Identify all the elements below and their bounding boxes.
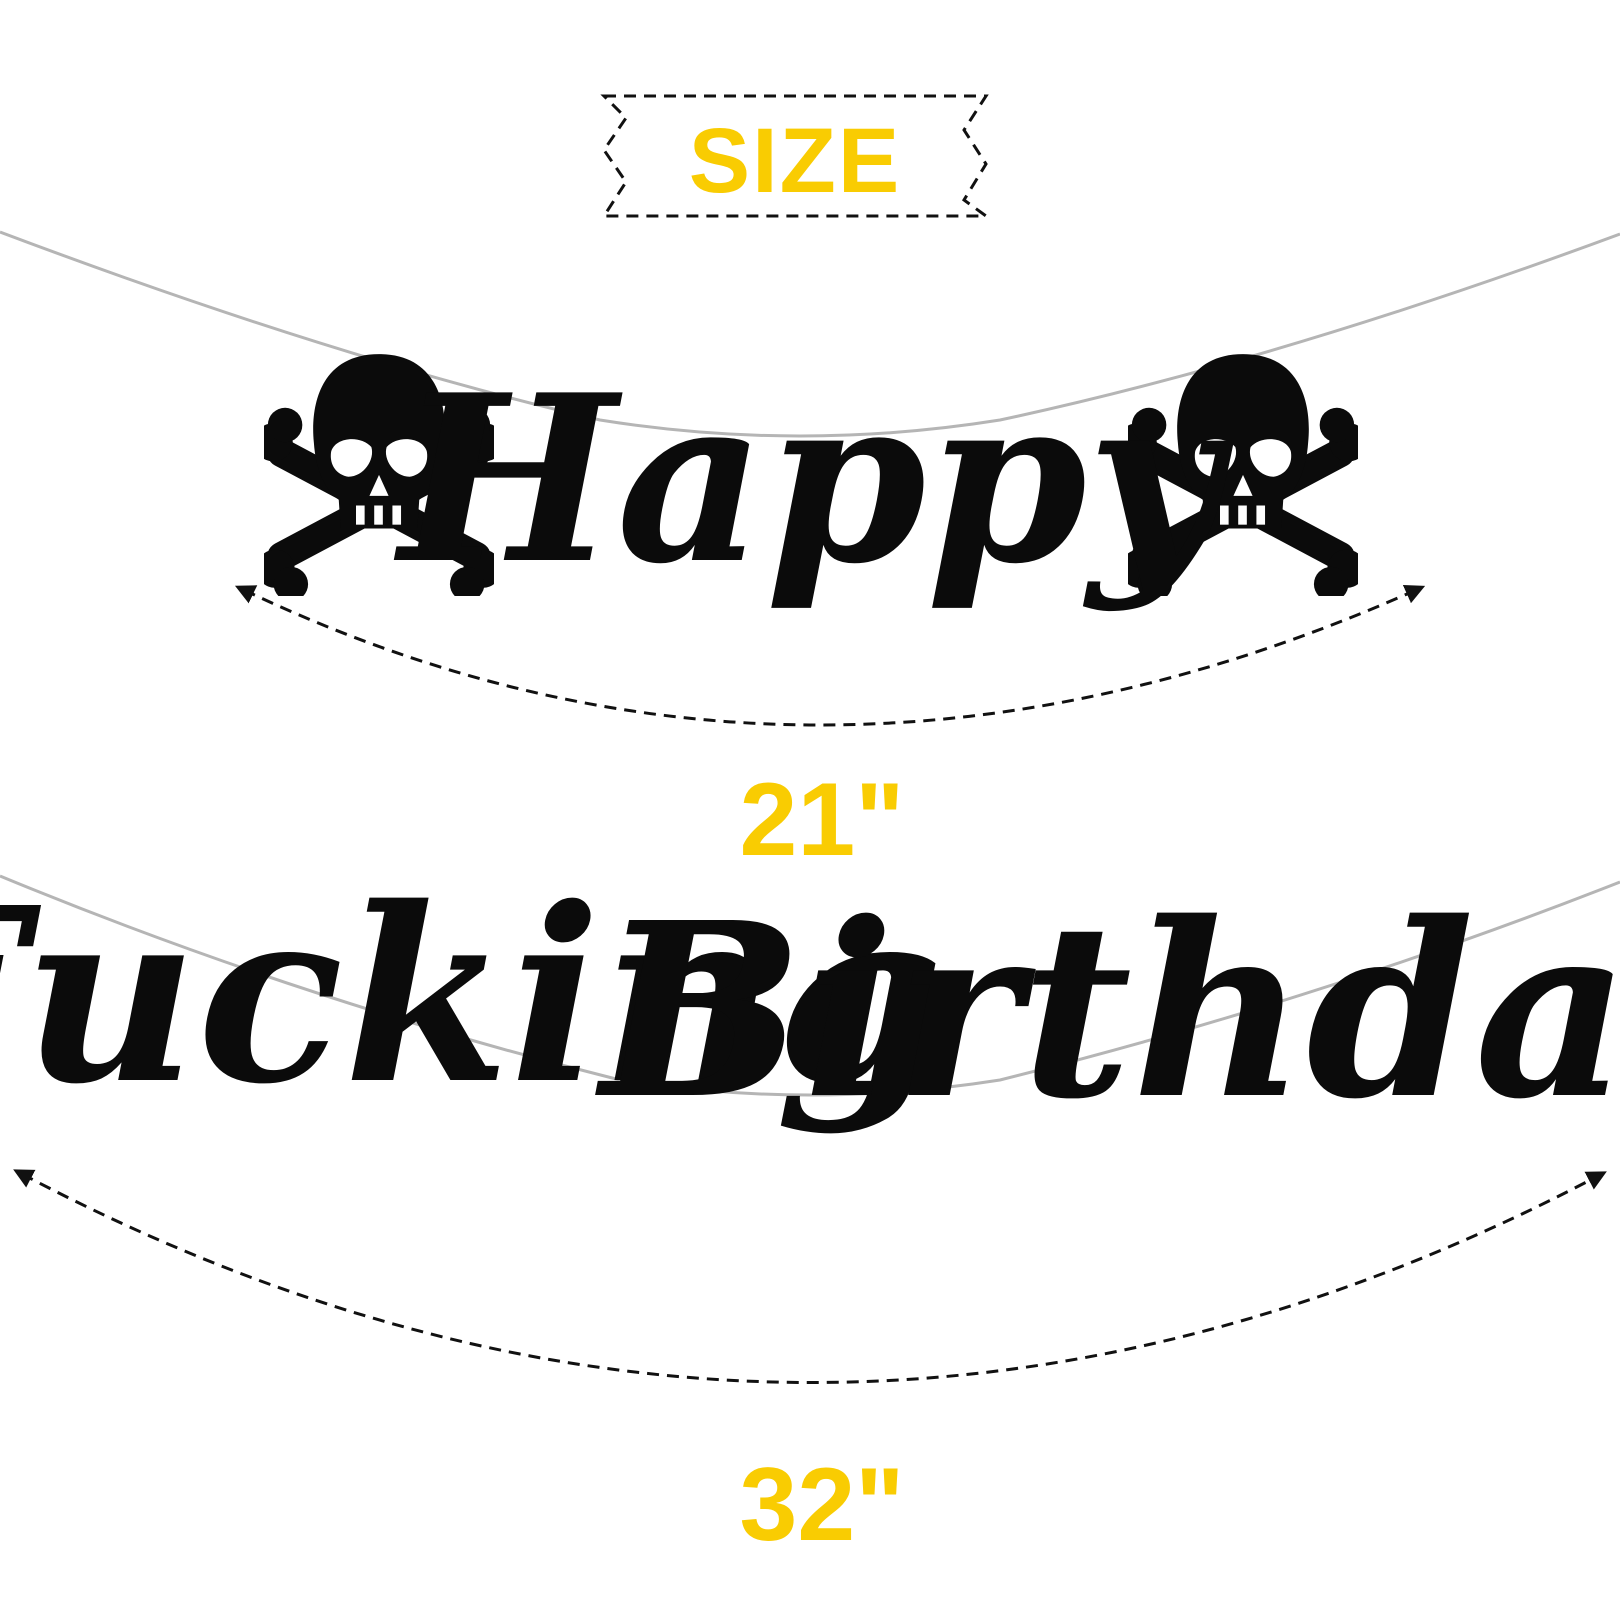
banner-bottom-dimension-arrow xyxy=(13,1169,1607,1384)
banner-top: Happy 21" xyxy=(0,230,1620,878)
banner-bottom-word-2: Birthday xyxy=(595,870,1620,1152)
size-label: SIZE xyxy=(689,110,901,212)
banner-top-word: Happy xyxy=(393,345,1234,615)
size-badge: SIZE xyxy=(600,94,991,218)
banner-bottom: Fucking Birthday 32" xyxy=(0,855,1620,1563)
banner-bottom-length: 32" xyxy=(740,1447,905,1563)
product-size-illustration: SIZE Happy 21" Fucking Birthday 32" xyxy=(0,94,1620,1563)
